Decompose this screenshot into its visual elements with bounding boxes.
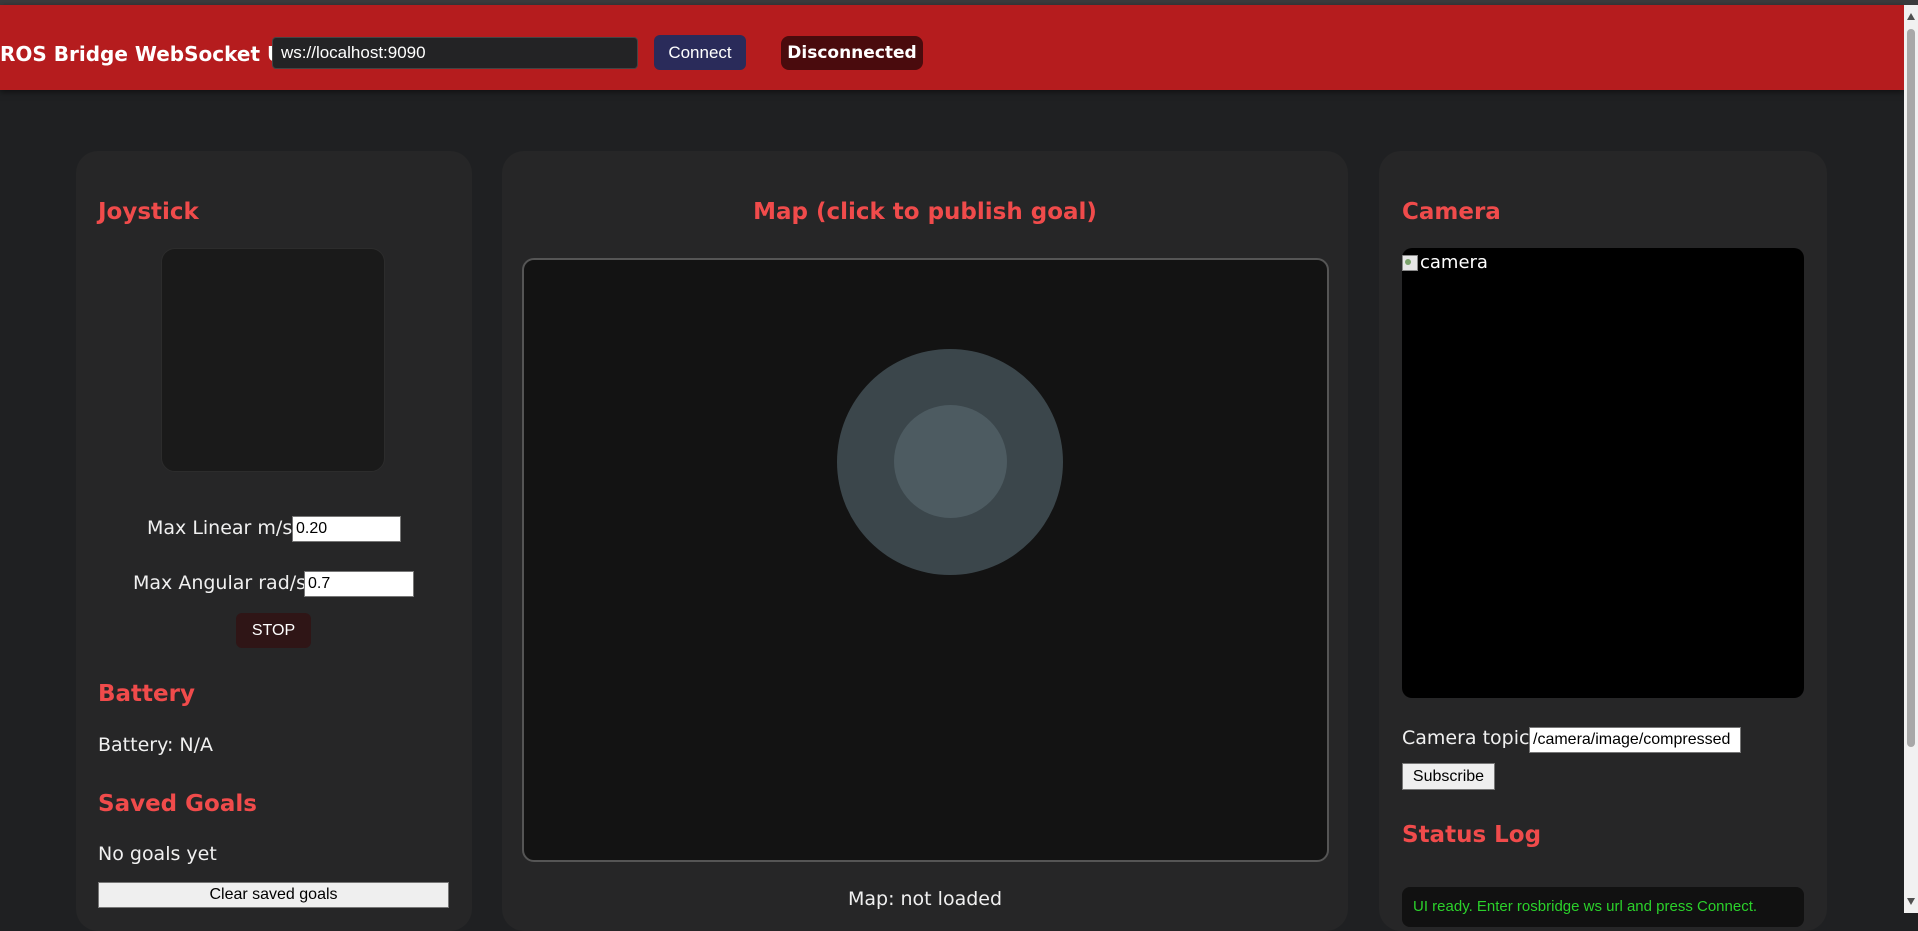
saved-goals-title: Saved Goals bbox=[98, 791, 257, 817]
page-scrollbar[interactable] bbox=[1904, 5, 1918, 913]
max-linear-input[interactable] bbox=[292, 516, 401, 542]
max-linear-label: Max Linear m/s: bbox=[147, 517, 299, 539]
connect-button[interactable]: Connect bbox=[654, 35, 746, 70]
camera-view: camera bbox=[1402, 248, 1804, 698]
map-status: Map: not loaded bbox=[847, 888, 1003, 910]
scrollbar-thumb[interactable] bbox=[1907, 29, 1915, 747]
battery-status: Battery: N/A bbox=[98, 734, 213, 756]
websocket-url-input[interactable] bbox=[272, 37, 638, 69]
camera-broken-image: camera bbox=[1402, 252, 1488, 273]
joystick-title: Joystick bbox=[98, 199, 199, 225]
joystick-pad[interactable] bbox=[161, 248, 385, 472]
battery-title: Battery bbox=[98, 681, 195, 707]
camera-topic-input[interactable] bbox=[1529, 727, 1741, 753]
connection-header: ROS Bridge WebSocket URL: Connect Discon… bbox=[0, 5, 1904, 90]
scroll-up-icon[interactable] bbox=[1907, 13, 1915, 20]
scroll-down-icon[interactable] bbox=[1907, 898, 1915, 905]
max-angular-label: Max Angular rad/s: bbox=[133, 572, 313, 594]
camera-title: Camera bbox=[1402, 199, 1501, 225]
log-line: UI ready. Enter rosbridge ws url and pre… bbox=[1413, 898, 1758, 915]
clear-saved-goals-button[interactable]: Clear saved goals bbox=[98, 882, 449, 908]
camera-topic-label: Camera topic: bbox=[1402, 727, 1536, 749]
saved-goals-empty: No goals yet bbox=[98, 843, 217, 865]
subscribe-button[interactable]: Subscribe bbox=[1402, 763, 1495, 790]
camera-alt-text: camera bbox=[1420, 252, 1488, 273]
stop-button[interactable]: STOP bbox=[236, 613, 311, 648]
broken-image-icon bbox=[1402, 254, 1418, 271]
status-log-title: Status Log bbox=[1402, 822, 1542, 848]
status-log: UI ready. Enter rosbridge ws url and pre… bbox=[1402, 887, 1804, 927]
map-loading-inner-circle bbox=[894, 405, 1007, 518]
connection-status-badge: Disconnected bbox=[781, 36, 923, 70]
map-title: Map (click to publish goal) bbox=[753, 199, 1097, 225]
max-angular-input[interactable] bbox=[304, 571, 414, 597]
